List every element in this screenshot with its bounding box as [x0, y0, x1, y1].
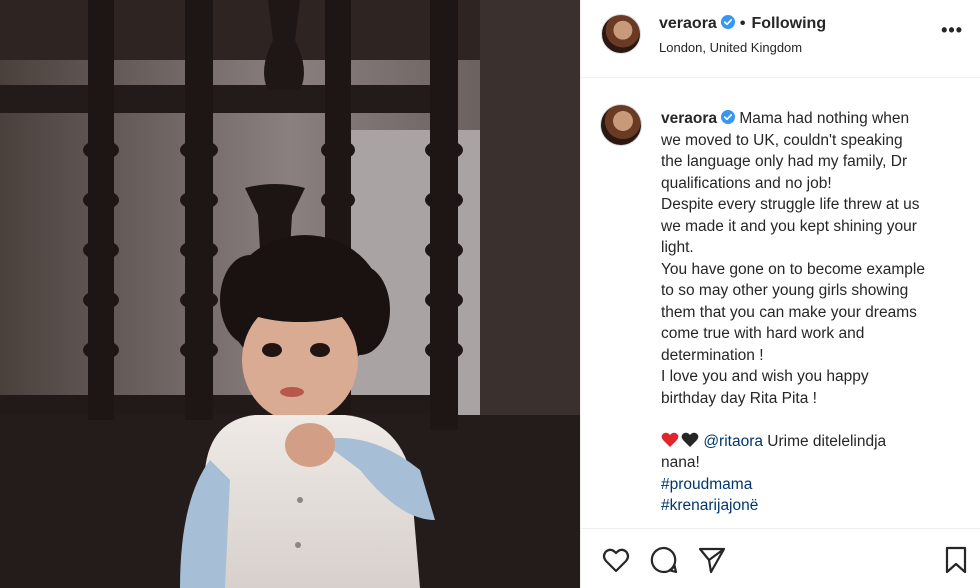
post-photo[interactable]	[0, 0, 580, 588]
post-caption: veraora Mama had nothing when we moved t…	[661, 108, 961, 517]
caption-text-line: the language only had my family, Dr	[661, 153, 908, 170]
post-photo-image	[0, 0, 580, 588]
more-options-icon[interactable]: •••	[941, 20, 963, 41]
comment-icon[interactable]	[649, 545, 679, 575]
caption-text-line: You have gone on to become example	[661, 260, 925, 278]
caption-text-line: come true with hard work and	[661, 325, 865, 342]
caption-text-line: I love you and wish you happy	[661, 368, 869, 385]
hashtag-link[interactable]: #krenarijajonë	[661, 497, 758, 514]
caption-text-line: to so may other young girls showing	[661, 282, 909, 299]
separator-dot: •	[739, 15, 746, 32]
post-location[interactable]: London, United Kingdom	[659, 40, 802, 55]
author-username[interactable]: veraora	[659, 15, 717, 32]
caption-username[interactable]: veraora	[661, 110, 717, 127]
save-bookmark-icon[interactable]	[941, 545, 971, 575]
post-actions-bar	[581, 528, 980, 588]
hashtag-link[interactable]: #proudmama	[661, 476, 752, 493]
caption-text-line: qualifications and no job!	[661, 174, 832, 192]
share-icon[interactable]	[697, 545, 727, 575]
post-header: veraora • Following London, United Kingdom…	[581, 0, 980, 78]
caption-line-0: veraora Mama had nothing when	[661, 108, 961, 130]
black-heart-emoji	[681, 432, 699, 447]
caption-author-avatar[interactable]	[600, 104, 642, 146]
caption-text-line: we made it and you kept shining your	[661, 217, 917, 235]
caption-text-line: them that you can make your dreams	[661, 303, 917, 321]
caption-text-line: birthday day Rita Pita !	[661, 389, 817, 407]
red-heart-emoji	[661, 432, 679, 447]
author-avatar[interactable]	[601, 14, 641, 54]
verified-badge-icon	[720, 15, 735, 29]
caption-mention-line: @ritaora Urime ditelelindja	[661, 431, 961, 453]
caption-text-line: Despite every struggle life threw at us	[661, 196, 920, 213]
following-button[interactable]: Following	[751, 15, 826, 32]
caption-text-line: light.	[661, 239, 694, 256]
header-user-line: veraora • Following	[659, 15, 826, 33]
caption-text-line: nana!	[661, 454, 700, 471]
post-side-panel: veraora • Following London, United Kingdom…	[580, 0, 980, 588]
mention-link[interactable]: @ritaora	[703, 433, 763, 450]
caption-text-line: determination !	[661, 346, 764, 364]
mention-text: Urime ditelelindja	[762, 432, 887, 450]
caption-text-line: Mama had nothing when	[739, 110, 910, 127]
like-heart-icon[interactable]	[601, 545, 631, 575]
verified-badge-icon	[721, 110, 736, 124]
caption-text-line: we moved to UK, couldn't speaking	[661, 131, 903, 149]
